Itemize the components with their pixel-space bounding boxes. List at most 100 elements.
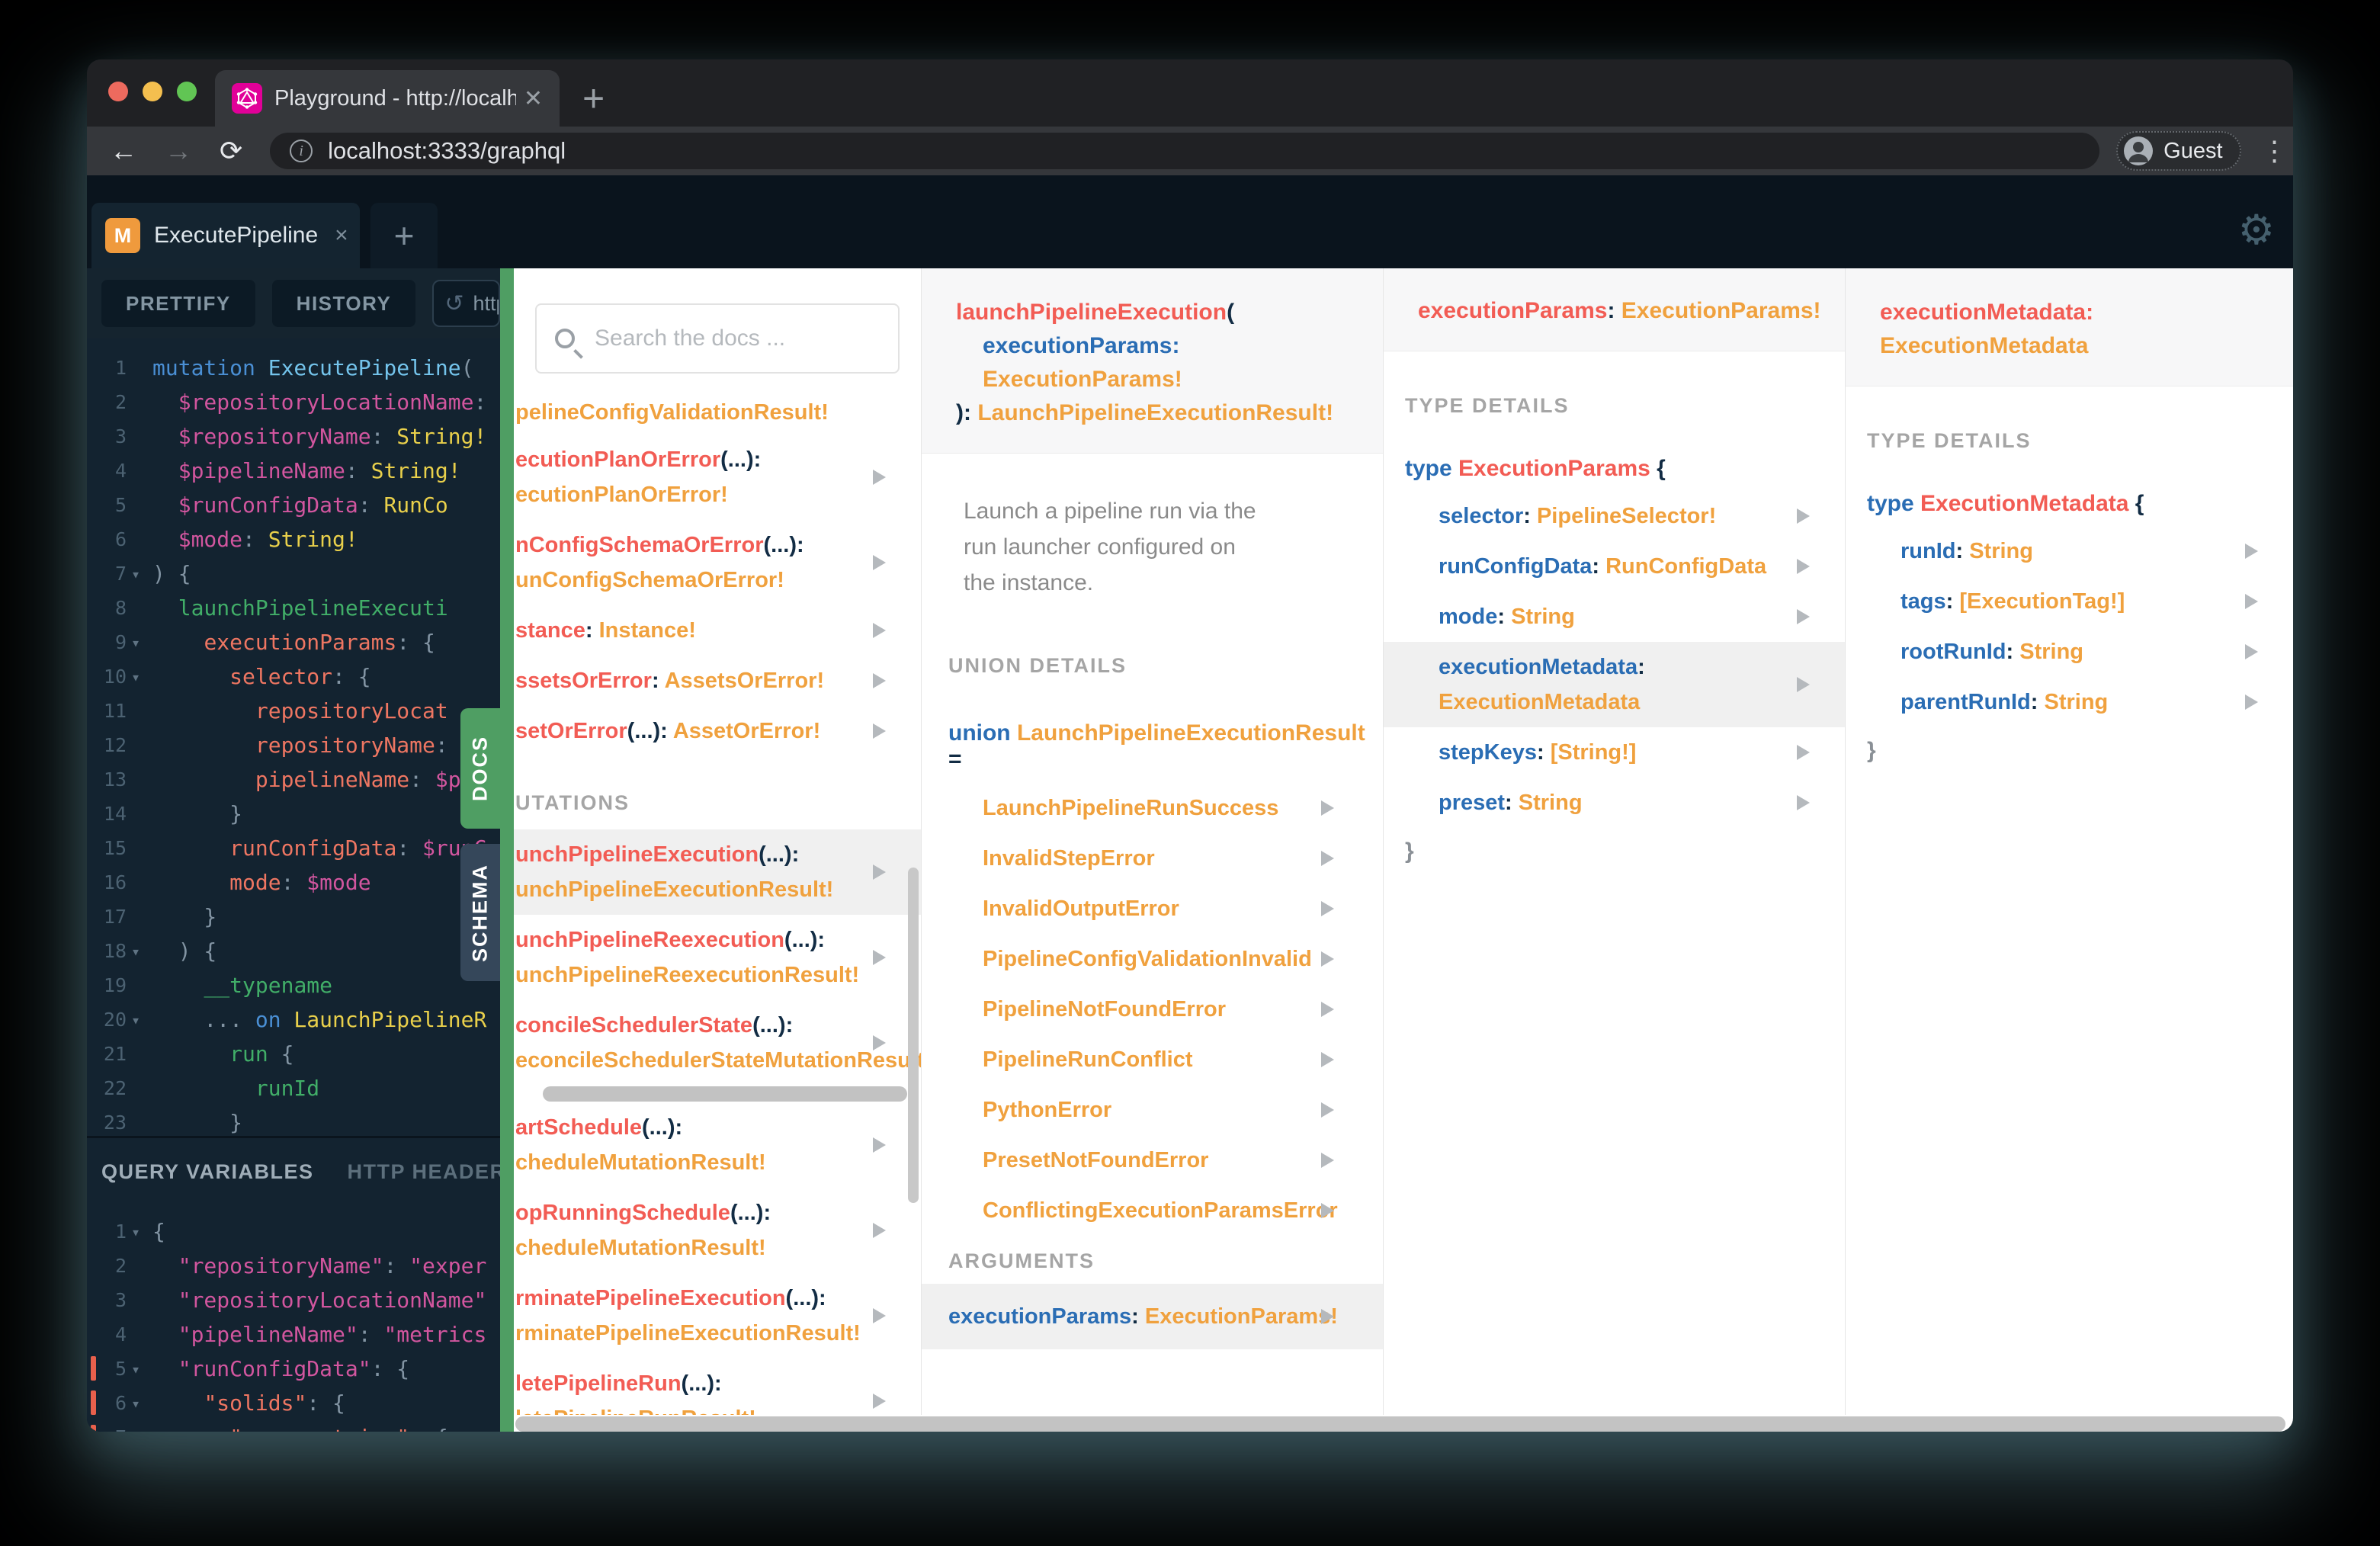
back-icon[interactable]: ← [110,135,137,167]
type-field-preset[interactable]: preset: String [1384,778,1845,828]
docs-item-artSchedule[interactable]: artSchedule(...): cheduleMutationResult! [514,1102,921,1188]
expand-arrow-icon[interactable] [1797,745,1810,760]
docs-divider[interactable] [500,268,514,1432]
union-member-PythonError[interactable]: PythonError [922,1085,1383,1135]
docs-item-setOrError[interactable]: setOrError(...): AssetOrError! [514,706,921,756]
code-line[interactable]: 11 repositoryLocat [87,694,500,728]
code-line[interactable]: 21 run { [87,1037,500,1071]
docs-item-stance[interactable]: stance: Instance! [514,605,921,656]
expand-arrow-icon[interactable] [1797,795,1810,810]
union-member-PipelineNotFoundError[interactable]: PipelineNotFoundError [922,984,1383,1034]
endpoint-input[interactable]: ↺ http://loc [432,280,500,327]
docs-side-tab[interactable]: DOCS [460,708,500,829]
code-line[interactable]: 22 runId [87,1071,500,1105]
union-member-InvalidStepError[interactable]: InvalidStepError [922,833,1383,884]
expand-arrow-icon[interactable] [1797,609,1810,624]
code-line[interactable]: 4 "pipelineName": "metrics [87,1317,500,1352]
expand-arrow-icon[interactable] [2245,694,2258,710]
expand-arrow-icon[interactable] [1797,559,1810,574]
expand-arrow-icon[interactable] [873,864,886,880]
docs-item-ssetsOrError[interactable]: ssetsOrError: AssetsOrError! [514,656,921,706]
expand-arrow-icon[interactable] [1321,1102,1334,1118]
expand-arrow-icon[interactable] [2245,644,2258,659]
reload-icon[interactable]: ⟳ [220,135,242,167]
type-field-stepKeys[interactable]: stepKeys: [String!] [1384,727,1845,778]
type-field-runId[interactable]: runId: String [1846,526,2293,576]
docs-item-partial[interactable]: pelineConfigValidationResult! [514,392,921,435]
code-line[interactable]: 20 ▾ ... on LaunchPipelineR [87,1002,500,1037]
type-field-tags[interactable]: tags: [ExecutionTag!] [1846,576,2293,627]
type-field-executionMetadata[interactable]: executionMetadata: ExecutionMetadata [1384,642,1845,727]
docs-item-ecutionPlanOrError[interactable]: ecutionPlanOrError(...): ecutionPlanOrErr… [514,435,921,520]
expand-arrow-icon[interactable] [873,470,886,485]
code-line[interactable]: 13 pipelineName: $pip [87,762,500,797]
argument-row-executionparams[interactable]: executionParams: ExecutionParams! [922,1284,1383,1349]
expand-arrow-icon[interactable] [873,1223,886,1238]
code-line[interactable]: 1 mutation ExecutePipeline( [87,351,500,385]
playground-new-tab-button[interactable]: + [370,203,438,268]
expand-arrow-icon[interactable] [2245,594,2258,609]
docs-item-nConfigSchemaOrError[interactable]: nConfigSchemaOrError(...): unConfigSchema… [514,520,921,605]
docs-item-unchPipelineReexecution[interactable]: unchPipelineReexecution(...): unchPipelin… [514,915,921,1000]
expand-arrow-icon[interactable] [1321,1002,1334,1017]
browser-tab[interactable]: Playground - http://localhost:3 ✕ [215,70,560,127]
fold-arrow-icon[interactable]: ▾ [131,1421,140,1432]
fold-arrow-icon[interactable]: ▾ [131,1003,140,1038]
tab-close-icon[interactable]: ✕ [524,85,543,112]
code-line[interactable]: 7 ▾) { [87,556,500,591]
expand-arrow-icon[interactable] [873,1035,886,1050]
site-info-icon[interactable]: i [290,140,313,162]
settings-gear-icon[interactable]: ⚙ [2238,206,2275,254]
type-field-rootRunId[interactable]: rootRunId: String [1846,627,2293,677]
docs-horizontal-scrollbar[interactable] [515,1416,2285,1432]
expand-arrow-icon[interactable] [1797,508,1810,524]
endpoint-reload-icon[interactable]: ↺ [444,290,463,317]
code-line[interactable]: 9 ▾ executionParams: { [87,625,500,659]
address-bar[interactable]: i localhost:3333/graphql [270,133,2100,169]
docs-item-unchPipelineExecution[interactable]: unchPipelineExecution(...): unchPipelineE… [514,829,921,915]
union-member-InvalidOutputError[interactable]: InvalidOutputError [922,884,1383,934]
code-line[interactable]: 7 ▾ "save_metrics": { [87,1420,500,1432]
expand-arrow-icon[interactable] [2245,544,2258,559]
expand-arrow-icon[interactable] [873,723,886,739]
docs-item-concileSchedulerState[interactable]: concileSchedulerState(...): econcileSched… [514,1000,921,1086]
union-member-LaunchPipelineRunSuccess[interactable]: LaunchPipelineRunSuccess [922,783,1383,833]
type-field-runConfigData[interactable]: runConfigData: RunConfigData [1384,541,1845,592]
code-line[interactable]: 4 $pipelineName: String! [87,454,500,488]
chrome-menu-icon[interactable]: ⋮ [2261,135,2289,167]
union-member-ConflictingExecutionParamsError[interactable]: ConflictingExecutionParamsError [922,1185,1383,1236]
expand-arrow-icon[interactable] [1321,1153,1334,1168]
code-line[interactable]: 8 launchPipelineExecuti [87,591,500,625]
code-line[interactable]: 1 ▾ { [87,1214,500,1249]
fold-arrow-icon[interactable]: ▾ [131,935,140,969]
profile-button[interactable]: Guest [2116,131,2241,171]
expand-arrow-icon[interactable] [873,623,886,638]
expand-arrow-icon[interactable] [1321,1309,1334,1324]
expand-arrow-icon[interactable] [873,555,886,570]
minimize-window-button[interactable] [143,82,162,101]
url-text[interactable]: localhost:3333/graphql [328,137,566,165]
expand-arrow-icon[interactable] [1321,1052,1334,1067]
code-line[interactable]: 2 $repositoryLocationName: [87,385,500,419]
maximize-window-button[interactable] [177,82,197,101]
tab-query-variables[interactable]: QUERY VARIABLES [101,1160,314,1184]
code-line[interactable]: 12 repositoryName: $r [87,728,500,762]
expand-arrow-icon[interactable] [873,1308,886,1323]
docs-search-box[interactable] [535,303,900,374]
expand-arrow-icon[interactable] [873,673,886,688]
fold-arrow-icon[interactable]: ▾ [131,1387,140,1421]
docs-item-rminatePipelineExecution[interactable]: rminatePipelineExecution(...): rminatePip… [514,1273,921,1358]
code-line[interactable]: 6 ▾ "solids": { [87,1386,500,1420]
playground-tab-close-icon[interactable]: × [335,223,348,249]
code-line[interactable]: 18 ▾ ) { [87,934,500,968]
fold-arrow-icon[interactable]: ▾ [131,1215,140,1249]
close-window-button[interactable] [108,82,128,101]
prettify-button[interactable]: PRETTIFY [101,280,255,327]
code-line[interactable]: 5 $runConfigData: RunCo [87,488,500,522]
code-line[interactable]: 15 runConfigData: $runC [87,831,500,865]
code-line[interactable]: 14 } [87,797,500,831]
type-field-selector[interactable]: selector: PipelineSelector! [1384,491,1845,541]
new-tab-button[interactable]: + [582,72,605,125]
union-member-PipelineConfigValidationInvalid[interactable]: PipelineConfigValidationInvalid [922,934,1383,984]
code-line[interactable]: 3 $repositoryName: String! [87,419,500,454]
